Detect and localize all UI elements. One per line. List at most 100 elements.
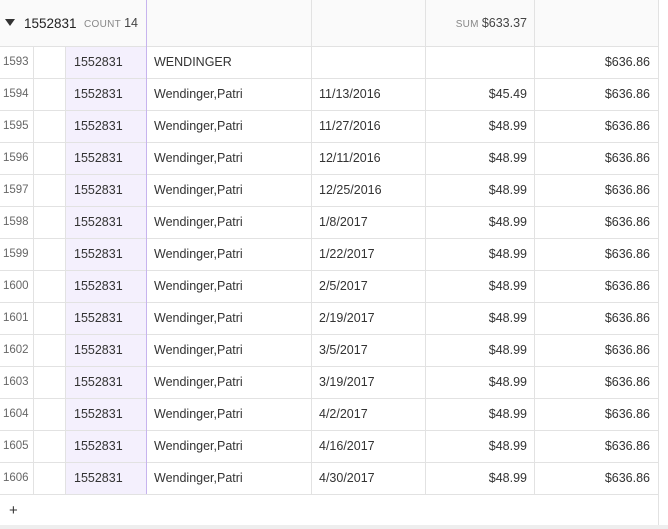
table-row[interactable]: 1597 1552831 Wendinger,Patri 12/25/2016 … xyxy=(0,175,658,207)
total-cell[interactable]: $636.86 xyxy=(535,207,658,238)
id-cell[interactable]: 1552831 xyxy=(66,303,146,334)
id-cell[interactable]: 1552831 xyxy=(66,79,146,110)
date-cell[interactable]: 4/2/2017 xyxy=(312,399,425,430)
amount-cell[interactable]: $48.99 xyxy=(426,271,534,302)
amount-cell[interactable]: $48.99 xyxy=(426,303,534,334)
total-cell[interactable]: $636.86 xyxy=(535,239,658,270)
table-row[interactable]: 1596 1552831 Wendinger,Patri 12/11/2016 … xyxy=(0,143,658,175)
id-cell[interactable]: 1552831 xyxy=(66,367,146,398)
total-cell[interactable]: $636.86 xyxy=(535,431,658,462)
table-row[interactable]: 1601 1552831 Wendinger,Patri 2/19/2017 $… xyxy=(0,303,658,335)
add-row-button[interactable]: + xyxy=(9,501,18,521)
table-row[interactable]: 1593 1552831 WENDINGER $636.86 xyxy=(0,47,658,79)
date-cell[interactable]: 12/25/2016 xyxy=(312,175,425,206)
blank-cell[interactable] xyxy=(34,431,65,462)
total-cell[interactable]: $636.86 xyxy=(535,143,658,174)
id-cell[interactable]: 1552831 xyxy=(66,207,146,238)
table-row[interactable]: 1599 1552831 Wendinger,Patri 1/22/2017 $… xyxy=(0,239,658,271)
table-row[interactable]: 1600 1552831 Wendinger,Patri 2/5/2017 $4… xyxy=(0,271,658,303)
amount-cell[interactable]: $48.99 xyxy=(426,143,534,174)
amount-cell[interactable]: $48.99 xyxy=(426,463,534,494)
date-cell[interactable]: 11/13/2016 xyxy=(312,79,425,110)
total-cell[interactable]: $636.86 xyxy=(535,175,658,206)
id-cell[interactable]: 1552831 xyxy=(66,111,146,142)
name-cell[interactable]: Wendinger,Patri xyxy=(147,399,311,430)
name-cell[interactable]: Wendinger,Patri xyxy=(147,367,311,398)
blank-cell[interactable] xyxy=(34,335,65,366)
total-cell[interactable]: $636.86 xyxy=(535,303,658,334)
table-row[interactable]: 1605 1552831 Wendinger,Patri 4/16/2017 $… xyxy=(0,431,658,463)
blank-cell[interactable] xyxy=(34,143,65,174)
name-cell[interactable]: Wendinger,Patri xyxy=(147,335,311,366)
id-cell[interactable]: 1552831 xyxy=(66,143,146,174)
id-cell[interactable]: 1552831 xyxy=(66,175,146,206)
table-row[interactable]: 1594 1552831 Wendinger,Patri 11/13/2016 … xyxy=(0,79,658,111)
blank-cell[interactable] xyxy=(34,271,65,302)
id-cell[interactable]: 1552831 xyxy=(66,399,146,430)
date-cell[interactable]: 2/5/2017 xyxy=(312,271,425,302)
total-cell[interactable]: $636.86 xyxy=(535,367,658,398)
date-cell[interactable]: 4/30/2017 xyxy=(312,463,425,494)
date-cell[interactable]: 1/8/2017 xyxy=(312,207,425,238)
date-cell[interactable]: 4/16/2017 xyxy=(312,431,425,462)
name-cell[interactable]: Wendinger,Patri xyxy=(147,175,311,206)
name-cell[interactable]: Wendinger,Patri xyxy=(147,143,311,174)
blank-cell[interactable] xyxy=(34,239,65,270)
blank-cell[interactable] xyxy=(34,175,65,206)
amount-cell[interactable]: $48.99 xyxy=(426,111,534,142)
table-row[interactable]: 1606 1552831 Wendinger,Patri 4/30/2017 $… xyxy=(0,463,658,495)
table-row[interactable]: 1603 1552831 Wendinger,Patri 3/19/2017 $… xyxy=(0,367,658,399)
blank-cell[interactable] xyxy=(34,207,65,238)
blank-cell[interactable] xyxy=(34,399,65,430)
date-cell[interactable]: 3/5/2017 xyxy=(312,335,425,366)
total-cell[interactable]: $636.86 xyxy=(535,271,658,302)
id-cell[interactable]: 1552831 xyxy=(66,47,146,78)
name-cell[interactable]: Wendinger,Patri xyxy=(147,271,311,302)
date-cell[interactable]: 1/22/2017 xyxy=(312,239,425,270)
blank-cell[interactable] xyxy=(34,303,65,334)
blank-cell[interactable] xyxy=(34,367,65,398)
amount-cell[interactable]: $48.99 xyxy=(426,367,534,398)
name-cell[interactable]: Wendinger,Patri xyxy=(147,111,311,142)
id-cell[interactable]: 1552831 xyxy=(66,239,146,270)
total-cell[interactable]: $636.86 xyxy=(535,335,658,366)
id-cell[interactable]: 1552831 xyxy=(66,271,146,302)
blank-cell[interactable] xyxy=(34,111,65,142)
id-cell[interactable]: 1552831 xyxy=(66,463,146,494)
blank-cell[interactable] xyxy=(34,463,65,494)
total-cell[interactable]: $636.86 xyxy=(535,47,658,78)
name-cell[interactable]: Wendinger,Patri xyxy=(147,79,311,110)
amount-cell[interactable] xyxy=(426,47,534,78)
amount-cell[interactable]: $45.49 xyxy=(426,79,534,110)
name-cell[interactable]: WENDINGER xyxy=(147,47,311,78)
date-cell[interactable]: 12/11/2016 xyxy=(312,143,425,174)
amount-cell[interactable]: $48.99 xyxy=(426,431,534,462)
total-cell[interactable]: $636.86 xyxy=(535,79,658,110)
amount-cell[interactable]: $48.99 xyxy=(426,207,534,238)
table-row[interactable]: 1595 1552831 Wendinger,Patri 11/27/2016 … xyxy=(0,111,658,143)
table-row[interactable]: 1598 1552831 Wendinger,Patri 1/8/2017 $4… xyxy=(0,207,658,239)
group-header-row[interactable]: 1552831 COUNT 14 SUM $633.37 xyxy=(0,0,658,47)
blank-cell[interactable] xyxy=(34,47,65,78)
date-cell[interactable] xyxy=(312,47,425,78)
caret-down-icon[interactable] xyxy=(5,19,15,26)
amount-cell[interactable]: $48.99 xyxy=(426,335,534,366)
horizontal-scrollbar[interactable] xyxy=(0,525,668,529)
date-cell[interactable]: 3/19/2017 xyxy=(312,367,425,398)
name-cell[interactable]: Wendinger,Patri xyxy=(147,303,311,334)
total-cell[interactable]: $636.86 xyxy=(535,111,658,142)
total-cell[interactable]: $636.86 xyxy=(535,463,658,494)
name-cell[interactable]: Wendinger,Patri xyxy=(147,207,311,238)
amount-cell[interactable]: $48.99 xyxy=(426,175,534,206)
blank-cell[interactable] xyxy=(34,79,65,110)
total-cell[interactable]: $636.86 xyxy=(535,399,658,430)
table-row[interactable]: 1604 1552831 Wendinger,Patri 4/2/2017 $4… xyxy=(0,399,658,431)
date-cell[interactable]: 11/27/2016 xyxy=(312,111,425,142)
name-cell[interactable]: Wendinger,Patri xyxy=(147,431,311,462)
amount-cell[interactable]: $48.99 xyxy=(426,399,534,430)
amount-cell[interactable]: $48.99 xyxy=(426,239,534,270)
id-cell[interactable]: 1552831 xyxy=(66,335,146,366)
name-cell[interactable]: Wendinger,Patri xyxy=(147,239,311,270)
id-cell[interactable]: 1552831 xyxy=(66,431,146,462)
name-cell[interactable]: Wendinger,Patri xyxy=(147,463,311,494)
